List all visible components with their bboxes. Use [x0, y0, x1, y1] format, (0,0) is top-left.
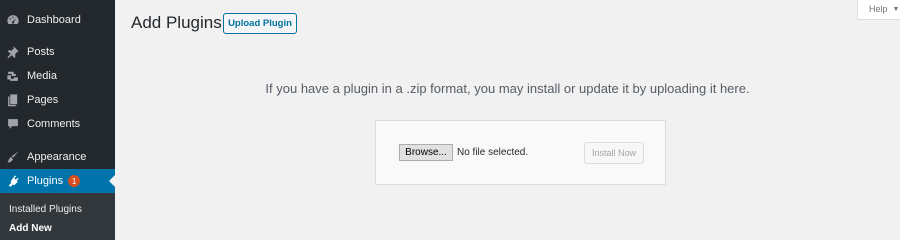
sidebar-item-label: Plugins — [27, 175, 64, 187]
submenu-item-add-new[interactable]: Add New — [9, 223, 52, 234]
submenu-item-installed-plugins[interactable]: Installed Plugins — [9, 204, 82, 215]
sidebar-item-posts[interactable]: Posts — [0, 40, 115, 64]
sidebar-item-pages[interactable]: Pages — [0, 88, 115, 112]
media-icon — [6, 69, 20, 83]
sidebar-item-label: Media — [27, 70, 57, 82]
help-tab[interactable]: Help ▼ — [857, 0, 900, 20]
browse-button[interactable]: Browse... — [399, 144, 453, 161]
sidebar-item-label: Appearance — [27, 151, 87, 163]
sidebar-item-label: Posts — [27, 46, 55, 58]
update-count-badge: 1 — [68, 175, 81, 187]
comment-icon — [6, 117, 20, 131]
file-status-text: No file selected. — [457, 147, 529, 158]
upload-plugin-form: Browse... No file selected. Install Now — [375, 120, 666, 185]
sidebar-item-label: Pages — [27, 94, 59, 106]
sidebar-item-label: Comments — [27, 118, 81, 130]
admin-sidebar: Dashboard Posts Media Pages Comments App… — [0, 0, 115, 240]
sidebar-item-dashboard[interactable]: Dashboard — [0, 8, 115, 32]
sidebar-item-label: Dashboard — [27, 14, 81, 26]
plug-icon — [6, 174, 20, 188]
sidebar-item-plugins[interactable]: Plugins 1 — [0, 169, 115, 193]
sidebar-item-comments[interactable]: Comments — [0, 112, 115, 136]
active-menu-arrow — [109, 175, 115, 187]
dashboard-icon — [6, 13, 20, 27]
pages-icon — [6, 93, 20, 107]
install-now-button[interactable]: Install Now — [584, 142, 644, 164]
page-title: Add Plugins — [131, 13, 222, 32]
caret-down-icon: ▼ — [892, 5, 900, 13]
plugins-submenu: Installed Plugins Add New — [0, 193, 115, 240]
pin-icon — [6, 45, 20, 59]
upload-plugin-button[interactable]: Upload Plugin — [223, 13, 297, 34]
sidebar-item-appearance[interactable]: Appearance — [0, 145, 115, 169]
brush-icon — [6, 150, 20, 164]
sidebar-item-media[interactable]: Media — [0, 64, 115, 88]
help-tab-label: Help — [869, 4, 888, 14]
upload-description: If you have a plugin in a .zip format, y… — [265, 81, 750, 96]
